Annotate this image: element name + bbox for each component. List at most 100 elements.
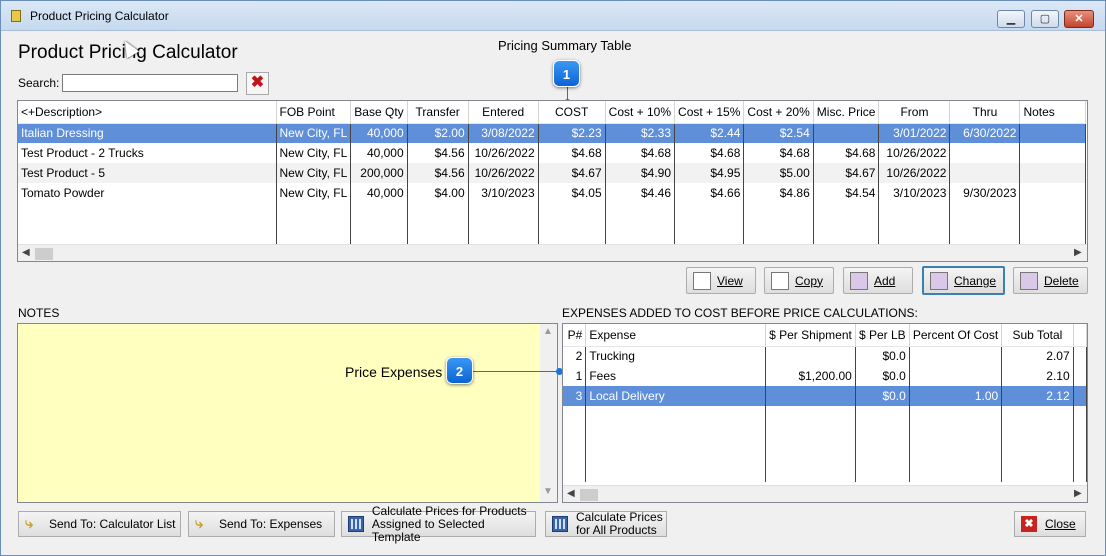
col-notes[interactable]: Notes [1019,101,1087,124]
col-per-shipment[interactable]: $ Per Shipment [765,324,856,347]
restore-button[interactable]: ▢ [1031,10,1059,28]
cell-thru: 9/30/2023 [949,183,1021,203]
search-input[interactable] [62,74,238,92]
col-priority[interactable]: P# [563,324,587,347]
calc-all-text: Calculate Prices for All Products [576,511,663,537]
table-row[interactable]: Tomato Powder New City, FL 40,000 $4.00 … [18,183,1087,203]
close-icon: ✖ [1021,516,1037,532]
cell-cost-20: $4.68 [743,143,814,163]
col-percent-of-cost[interactable]: Percent Of Cost [909,324,1003,347]
close-window-button[interactable]: ✕ [1064,10,1094,28]
cell-per-shipment: $1,200.00 [765,366,856,386]
cell-misc-price: $4.67 [813,163,880,183]
cell-priority: 3 [563,386,587,406]
clear-search-button[interactable]: ✖ [246,72,269,95]
table-row[interactable]: 2 Trucking $0.0 2.07 [563,346,1087,366]
send-exp-label: Send To: Expenses [219,517,323,531]
cell-from: 10/26/2022 [878,163,951,183]
send-arrow-icon: ⤷ [25,515,34,532]
table-row[interactable]: Italian Dressing New City, FL 40,000 $2.… [18,123,1087,143]
cell-description: Test Product - 5 [18,163,277,183]
delete-button[interactable]: Delete [1013,267,1088,294]
callout-1-badge: 1 [553,60,580,87]
title-bar: Product Pricing Calculator ▁ ▢ ✕ [1,1,1105,31]
add-button[interactable]: Add [843,267,913,294]
view-label: View [717,273,743,288]
col-cost-20[interactable]: Cost + 20% [743,101,814,124]
price-expenses-label: Price Expenses [345,364,443,380]
send-to-expenses-button[interactable]: ⤷ Send To: Expenses [188,511,335,537]
cell-from: 3/10/2023 [878,183,951,203]
cell-thru: 6/30/2022 [949,123,1021,143]
cell-percent-of-cost [909,366,1003,386]
col-base-qty[interactable]: Base Qty [350,101,408,124]
pricing-summary-label: Pricing Summary Table [498,38,632,53]
cell-per-shipment [765,346,856,366]
table-row[interactable]: 3 Local Delivery $0.0 1.00 2.12 [563,386,1087,406]
cell-expense: Trucking [585,346,767,366]
notes-vertical-scrollbar[interactable]: ▲ ▼ [540,324,557,502]
expenses-horizontal-scrollbar[interactable]: ◀ ▶ [563,485,1087,502]
col-transfer[interactable]: Transfer [407,101,469,124]
change-button[interactable]: Change [922,266,1005,295]
callout-2-badge: 2 [446,357,473,384]
scroll-left-icon[interactable]: ◀ [567,488,575,499]
cell-description: Italian Dressing [18,123,277,143]
cell-cost: $4.05 [538,183,606,203]
cell-entered: 10/26/2022 [468,143,539,163]
change-label: Change [954,273,997,288]
pricing-horizontal-scrollbar[interactable]: ◀ ▶ [18,244,1087,261]
notes-textarea[interactable]: ▲ ▼ [17,323,558,503]
edit-icon [930,271,948,290]
view-icon [693,271,711,290]
col-cost-15[interactable]: Cost + 15% [674,101,745,124]
col-per-lb[interactable]: $ Per LB [855,324,910,347]
col-cost-10[interactable]: Cost + 10% [605,101,676,124]
table-row[interactable]: 1 Fees $1,200.00 $0.0 2.10 [563,366,1087,386]
col-from[interactable]: From [878,101,951,124]
col-description[interactable]: <+Description> [18,101,277,124]
table-row[interactable]: Test Product - 5 New City, FL 200,000 $4… [18,163,1087,183]
cell-entered: 10/26/2022 [468,163,539,183]
close-button[interactable]: ✖ Close [1014,511,1086,537]
minimize-button[interactable]: ▁ [997,10,1025,28]
col-fob-point[interactable]: FOB Point [276,101,352,124]
calculate-all-button[interactable]: Calculate Prices for All Products [545,511,667,537]
copy-button[interactable]: Copy [764,267,834,294]
scroll-left-icon[interactable]: ◀ [22,247,30,258]
col-sub-total[interactable]: Sub Total [1001,324,1074,347]
scroll-down-icon[interactable]: ▼ [543,486,553,497]
cell-cost-15: $4.68 [674,143,745,163]
calculate-template-button[interactable]: Calculate Prices for Products Assigned t… [341,504,536,543]
table-row[interactable]: Test Product - 2 Trucks New City, FL 40,… [18,143,1087,163]
add-icon [850,271,868,290]
delete-label: Delete [1044,273,1079,288]
col-entered[interactable]: Entered [468,101,539,124]
col-cost[interactable]: COST [538,101,606,124]
send-arrow-icon: ⤷ [195,515,204,532]
cell-notes [1019,183,1087,203]
cell-priority: 1 [563,366,587,386]
callout-2-line [472,371,560,372]
scroll-up-icon[interactable]: ▲ [543,326,553,337]
cell-per-shipment [765,386,856,406]
calc-template-line1: Calculate Prices for Products [371,503,527,518]
col-thru[interactable]: Thru [949,101,1021,124]
scroll-thumb[interactable] [35,248,53,260]
search-label: Search: [18,76,60,90]
cell-cost-15: $4.95 [674,163,745,183]
cell-cost: $4.67 [538,163,606,183]
expenses-table: P# Expense $ Per Shipment $ Per LB Perce… [562,323,1088,503]
copy-label: Copy [795,273,824,288]
cell-sub-total: 2.10 [1001,366,1074,386]
scroll-right-icon[interactable]: ▶ [1074,247,1082,258]
cell-fob-point: New City, FL [276,183,352,203]
col-expense[interactable]: Expense [585,324,767,347]
col-misc-price[interactable]: Misc. Price [813,101,880,124]
cell-transfer: $4.56 [407,143,469,163]
close-label: Close [1045,517,1076,531]
scroll-right-icon[interactable]: ▶ [1074,488,1082,499]
scroll-thumb[interactable] [580,489,598,501]
view-button[interactable]: View [686,267,756,294]
send-to-calculator-list-button[interactable]: ⤷ Send To: Calculator List [18,511,181,537]
